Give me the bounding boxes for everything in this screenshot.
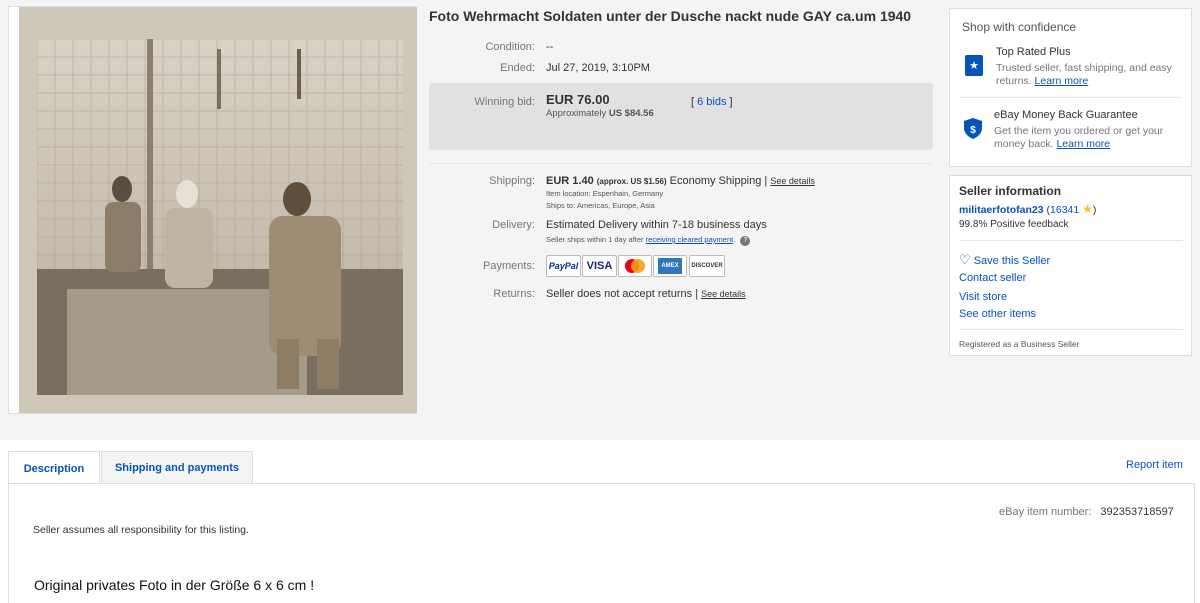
seller-feedback: 99.8% Positive feedback [959, 219, 1069, 230]
condition-label: Condition: [485, 41, 535, 53]
shipping-service: Economy Shipping | [669, 175, 768, 187]
contact-seller-link[interactable]: Contact seller [959, 272, 1026, 284]
approx-value: US $84.56 [608, 108, 654, 119]
item-photo[interactable] [19, 7, 417, 413]
tab-description[interactable]: Description [8, 451, 100, 485]
listing-title: Foto Wehrmacht Soldaten unter der Dusche… [429, 8, 912, 24]
seller-responsibility-note: Seller assumes all responsibility for th… [33, 524, 249, 536]
registered-business-seller: Registered as a Business Seller [959, 339, 1080, 349]
item-number-value: 392353718597 [1100, 506, 1174, 518]
heart-icon: ♡ [959, 252, 971, 267]
top-rated-sub-2: returns. Learn more [996, 75, 1088, 88]
visa-icon: VISA [582, 255, 617, 277]
confidence-divider [960, 97, 1182, 98]
seller-divider-2 [959, 329, 1183, 330]
item-number-line: eBay item number: 392353718597 [999, 506, 1174, 518]
guarantee-title: eBay Money Back Guarantee [994, 109, 1138, 121]
ships-to: Ships to: Americas, Europe, Asia [546, 201, 655, 210]
delivery-sub: Seller ships within 1 day after receivin… [546, 235, 751, 246]
returns-value: Seller does not accept returns | [546, 288, 699, 300]
bids-bracket-close: ] [729, 96, 733, 108]
approx-price: Approximately US $84.56 [546, 108, 654, 119]
see-other-items-link[interactable]: See other items [959, 308, 1036, 320]
ended-value: Jul 27, 2019, 3:10PM [546, 62, 650, 74]
bids-count: [ 6 bids ] [691, 96, 733, 108]
save-seller-label: Save this Seller [973, 255, 1051, 267]
photo-image [37, 39, 403, 395]
shipping-line: EUR 1.40 (approx. US $1.56) Economy Ship… [546, 175, 815, 187]
save-seller-link[interactable]: ♡ Save this Seller [959, 252, 1050, 268]
winning-bid-value: EUR 76.00 [546, 92, 610, 107]
amex-icon: AMEX [653, 255, 687, 277]
shield-icon: $ [964, 118, 982, 139]
shop-confidence-panel: Shop with confidence ★ Top Rated Plus Tr… [949, 8, 1192, 167]
top-rated-badge-icon: ★ [965, 55, 983, 76]
paypal-icon: PayPal [546, 255, 581, 277]
seller-info-panel: Seller information militaerfotofan23 (16… [949, 175, 1192, 356]
guarantee-sub-2-text: money back. [994, 138, 1054, 150]
returns-see-details-link[interactable]: See details [701, 289, 746, 299]
seller-name-line: militaerfotofan23 (16341 ★) [959, 202, 1096, 216]
details-divider [429, 163, 933, 164]
description-content: eBay item number: 392353718597 Seller as… [8, 483, 1195, 603]
bids-bracket-open: [ [691, 96, 695, 108]
item-number-label: eBay item number: [999, 506, 1092, 518]
guarantee-learn-more-link[interactable]: Learn more [1056, 138, 1110, 150]
cleared-payment-link[interactable]: receiving cleared payment [646, 235, 734, 244]
report-item-link[interactable]: Report item [1126, 459, 1183, 471]
shipping-value: EUR 1.40 [546, 175, 594, 187]
help-icon[interactable]: ? [740, 236, 751, 246]
star-icon: ★ [1082, 202, 1093, 216]
ended-label: Ended: [500, 62, 535, 74]
delivery-sub-end: . [733, 235, 736, 244]
seller-score-link[interactable]: 16341 [1050, 204, 1079, 216]
winning-bid-box [429, 83, 933, 150]
seller-name-link[interactable]: militaerfotofan23 [959, 204, 1044, 216]
condition-value: -- [546, 41, 554, 53]
description-text: Original privates Foto in der Größe 6 x … [34, 577, 315, 593]
discover-icon: DISCOVER [689, 255, 725, 277]
guarantee-sub-1: Get the item you ordered or get your [994, 125, 1164, 137]
confidence-title: Shop with confidence [962, 20, 1077, 34]
tab-shipping-payments[interactable]: Shipping and payments [101, 451, 253, 484]
delivery-label: Delivery: [492, 219, 535, 231]
top-rated-sub-1: Trusted seller, fast shipping, and easy [996, 62, 1172, 74]
top-rated-title: Top Rated Plus [996, 46, 1071, 58]
visit-store-link[interactable]: Visit store [959, 291, 1007, 303]
delivery-sub-text: Seller ships within 1 day after [546, 235, 644, 244]
bids-link[interactable]: 6 bids [697, 96, 726, 108]
svg-text:$: $ [970, 125, 976, 136]
returns-label: Returns: [493, 288, 535, 300]
amex-label: AMEX [658, 258, 682, 274]
shipping-approx: (approx. US $1.56) [596, 177, 667, 186]
shipping-label: Shipping: [489, 175, 535, 187]
seller-info-title: Seller information [959, 184, 1062, 198]
guarantee-sub-2: money back. Learn more [994, 138, 1110, 151]
seller-score-close: ) [1092, 204, 1097, 216]
mastercard-icon [618, 255, 652, 277]
winning-bid-label: Winning bid: [474, 96, 535, 108]
returns-line: Seller does not accept returns | See det… [546, 288, 746, 300]
approx-prefix: Approximately [546, 108, 607, 119]
delivery-value: Estimated Delivery within 7-18 business … [546, 219, 767, 231]
item-photo-frame[interactable] [8, 6, 417, 414]
payments-label: Payments: [483, 260, 535, 272]
top-rated-sub-2-text: returns. [996, 75, 1032, 87]
item-location: Item location: Espenhain, Germany [546, 189, 664, 198]
shipping-see-details-link[interactable]: See details [770, 176, 815, 186]
top-rated-learn-more-link[interactable]: Learn more [1035, 75, 1089, 87]
seller-divider [959, 240, 1183, 241]
